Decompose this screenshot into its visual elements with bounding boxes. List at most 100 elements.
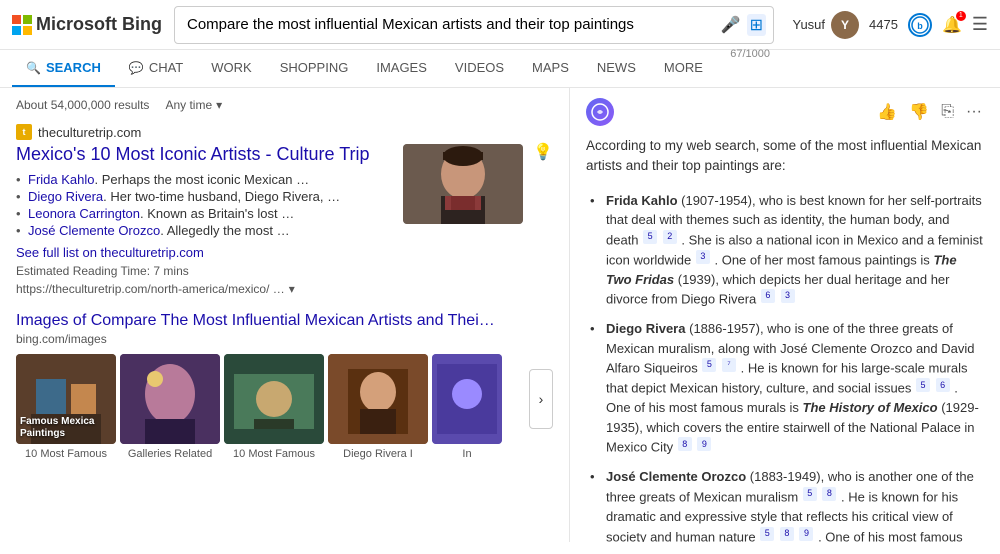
cite-9[interactable]: 9 — [697, 437, 711, 451]
search-tab-label: SEARCH — [46, 60, 101, 75]
cite-6b[interactable]: 6 — [936, 378, 950, 392]
artist-dates-orozco: (1883-1949) — [750, 469, 821, 484]
culture-trip-result: t theculturetrip.com Mexico's 10 Most Ic… — [16, 124, 553, 296]
images-section: Images of Compare The Most Influential M… — [16, 312, 553, 460]
images-grid: Famous MexicaPaintings — [16, 354, 553, 444]
image-thumb-4[interactable] — [328, 354, 428, 444]
search-tab-icon: 🔍 — [26, 61, 41, 75]
artist-link-rivera[interactable]: Diego Rivera — [28, 189, 103, 204]
reading-time: Estimated Reading Time: 7 mins — [16, 264, 393, 278]
cite-5e[interactable]: 5 — [760, 527, 774, 541]
cite-3[interactable]: 3 — [696, 250, 710, 264]
cite-7[interactable]: ⁷ — [722, 358, 736, 372]
list-item-rivera: Diego Rivera (1886-1957), who is one of … — [586, 315, 984, 463]
thumb-label-1: Famous MexicaPaintings — [20, 416, 94, 440]
artist-link-orozco[interactable]: José Clemente Orozco — [28, 223, 160, 238]
cite-8c[interactable]: 8 — [780, 527, 794, 541]
images-source: bing.com/images — [16, 332, 553, 346]
right-panel: 👍 👎 ⎘ ··· According to my web search, so… — [570, 88, 1000, 542]
microsoft-icon — [12, 15, 32, 35]
time-filter[interactable]: Any time ▾ — [165, 98, 222, 112]
tab-news[interactable]: NEWS — [583, 50, 650, 87]
notifications[interactable]: 🔔 1 — [942, 15, 962, 35]
img-cap-1: 10 Most Famous — [16, 448, 116, 460]
lightbulb-icon[interactable]: 💡 — [533, 142, 553, 162]
cite-5d[interactable]: 5 — [803, 487, 817, 501]
result-url: https://theculturetrip.com/north-america… — [16, 282, 285, 296]
avatar: Y — [831, 11, 859, 39]
result-image — [403, 144, 523, 224]
image-thumb-5[interactable] — [432, 354, 502, 444]
see-full-list-link[interactable]: See full list on theculturetrip.com — [16, 245, 393, 260]
svg-text:b: b — [917, 21, 923, 31]
img-cap-3: 10 Most Famous — [224, 448, 324, 460]
tab-videos[interactable]: VIDEOS — [441, 50, 518, 87]
chevron-down-icon: ▾ — [216, 98, 222, 112]
image-thumb-1[interactable]: Famous MexicaPaintings — [16, 354, 116, 444]
site-name: theculturetrip.com — [38, 125, 141, 140]
images-tab-label: IMAGES — [376, 60, 427, 75]
artist-name-kahlo: Frida Kahlo — [606, 193, 678, 208]
tab-shopping[interactable]: SHOPPING — [266, 50, 363, 87]
images-section-title[interactable]: Images of Compare The Most Influential M… — [16, 312, 553, 330]
nav-tabs: 🔍 SEARCH 💬 CHAT WORK SHOPPING IMAGES VID… — [0, 50, 1000, 88]
camera-icon[interactable]: ⊞ — [747, 14, 766, 36]
url-line: https://theculturetrip.com/north-america… — [16, 282, 393, 296]
user-area[interactable]: Yusuf Y — [792, 11, 859, 39]
list-item-kahlo: Frida Kahlo (1907-1954), who is best kno… — [586, 187, 984, 316]
expand-icon[interactable]: ▾ — [289, 282, 295, 296]
username-label: Yusuf — [792, 17, 825, 32]
img-cap-2: Galleries Related — [120, 448, 220, 460]
ai-header: 👍 👎 ⎘ ··· — [586, 98, 984, 126]
tab-images[interactable]: IMAGES — [362, 50, 441, 87]
cite-5c[interactable]: 5 — [916, 378, 930, 392]
tab-work[interactable]: WORK — [197, 50, 265, 87]
artist-link-kahlo[interactable]: Frida Kahlo — [28, 172, 94, 187]
tab-maps[interactable]: MAPS — [518, 50, 583, 87]
cite-3a[interactable]: 3 — [781, 289, 795, 303]
menu-icon[interactable]: ☰ — [972, 14, 988, 35]
ai-artist-list: Frida Kahlo (1907-1954), who is best kno… — [586, 187, 984, 543]
list-item: Frida Kahlo. Perhaps the most iconic Mex… — [16, 171, 393, 188]
thumbs-up-button[interactable]: 👍 — [875, 100, 899, 124]
cite-6a[interactable]: 6 — [761, 289, 775, 303]
videos-tab-label: VIDEOS — [455, 60, 504, 75]
artist-dates-kahlo: (1907-1954) — [681, 193, 752, 208]
cite-9b[interactable]: 9 — [799, 527, 813, 541]
tab-chat[interactable]: 💬 CHAT — [115, 50, 197, 87]
search-bar-container: 🎤 ⊞ 67/1000 — [174, 6, 774, 44]
chat-tab-label: CHAT — [149, 60, 183, 75]
list-item: José Clemente Orozco. Allegedly the most… — [16, 222, 393, 239]
result-title[interactable]: Mexico's 10 Most Iconic Artists - Cultur… — [16, 144, 393, 165]
image-thumb-2[interactable] — [120, 354, 220, 444]
shopping-tab-label: SHOPPING — [280, 60, 349, 75]
thumbs-down-button[interactable]: 👎 — [907, 100, 931, 124]
ai-intro-text: According to my web search, some of the … — [586, 136, 984, 177]
search-input[interactable] — [174, 6, 774, 44]
cite-5[interactable]: 5 — [643, 230, 657, 244]
header-right: Yusuf Y 4475 b 🔔 1 ☰ — [792, 11, 988, 39]
cite-8[interactable]: 8 — [678, 437, 692, 451]
notification-badge: 1 — [956, 11, 966, 21]
artist-link-carrington[interactable]: Leonora Carrington — [28, 206, 140, 221]
bullet-list: Frida Kahlo. Perhaps the most iconic Mex… — [16, 171, 393, 239]
microphone-icon[interactable]: 🎤 — [721, 15, 741, 35]
maps-tab-label: MAPS — [532, 60, 569, 75]
image-thumb-3[interactable] — [224, 354, 324, 444]
reward-icon[interactable]: b — [908, 13, 932, 37]
cite-8b[interactable]: 8 — [822, 487, 836, 501]
artist-name-orozco: José Clemente Orozco — [606, 469, 746, 484]
header: Microsoft Bing 🎤 ⊞ 67/1000 Yusuf Y 4475 … — [0, 0, 1000, 50]
tab-search[interactable]: 🔍 SEARCH — [12, 50, 115, 87]
share-button[interactable]: ⎘ — [939, 101, 956, 123]
char-count: 67/1000 — [730, 48, 770, 60]
work-tab-label: WORK — [211, 60, 251, 75]
site-favicon: t — [16, 124, 32, 140]
results-count: About 54,000,000 results — [16, 98, 149, 112]
artwork-two-fridas: The Two Fridas — [606, 252, 957, 287]
cite-2[interactable]: 2 — [663, 230, 677, 244]
cite-5b[interactable]: 5 — [702, 358, 716, 372]
more-options-button[interactable]: ··· — [964, 101, 984, 123]
tab-more[interactable]: MORE — [650, 50, 717, 87]
next-button[interactable]: › — [529, 369, 553, 429]
